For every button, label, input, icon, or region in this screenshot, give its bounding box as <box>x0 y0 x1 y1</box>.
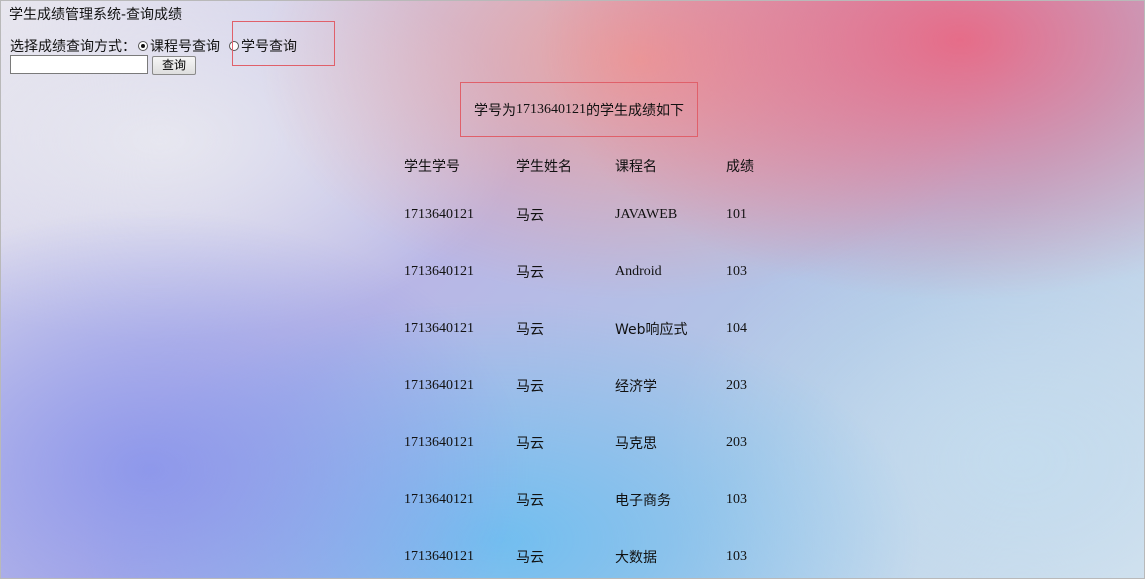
cell-student-name: 马云 <box>516 264 544 281</box>
cell-score: 103 <box>726 548 747 564</box>
cell-course-name: 电子商务 <box>615 492 671 509</box>
header-course-name: 课程名 <box>615 159 657 175</box>
cell-student-id: 1713640121 <box>404 434 474 450</box>
cell-student-name: 马云 <box>516 207 544 224</box>
radio-course-query-label: 课程号查询 <box>150 39 220 55</box>
page-title: 学生成绩管理系统-查询成绩 <box>9 7 183 23</box>
table-row: 1713640121 马云 马克思 203 <box>404 414 786 471</box>
radio-course-query[interactable]: 课程号查询 <box>138 36 220 56</box>
search-input[interactable] <box>10 55 148 74</box>
cell-student-name: 马云 <box>516 321 544 338</box>
table-row: 1713640121 马云 JAVAWEB 101 <box>404 186 786 243</box>
result-heading: 学号为 1713640121 的学生成绩如下 <box>460 82 698 137</box>
cell-score: 203 <box>726 434 747 450</box>
table-row: 1713640121 马云 Android 103 <box>404 243 786 300</box>
grades-table: 学生学号 学生姓名 课程名 成绩 1713640121 马云 JAVAWEB 1… <box>404 146 786 579</box>
cell-student-id: 1713640121 <box>404 491 474 507</box>
cell-course-name: 经济学 <box>615 378 657 395</box>
result-prefix: 学号为 <box>474 102 516 119</box>
table-row: 1713640121 马云 大数据 103 <box>404 528 786 579</box>
header-student-name: 学生姓名 <box>516 159 572 175</box>
cell-student-id: 1713640121 <box>404 548 474 564</box>
cell-student-name: 马云 <box>516 378 544 395</box>
header-score: 成绩 <box>726 159 754 175</box>
query-button[interactable]: 查询 <box>152 56 196 75</box>
result-student-id: 1713640121 <box>516 101 586 117</box>
table-header-row: 学生学号 学生姓名 课程名 成绩 <box>404 146 786 186</box>
cell-course-name: 大数据 <box>615 549 657 566</box>
cell-student-id: 1713640121 <box>404 206 474 222</box>
cell-score: 101 <box>726 206 747 222</box>
result-suffix: 的学生成绩如下 <box>586 102 684 119</box>
cell-course-name: JAVAWEB <box>615 206 678 222</box>
cell-score: 104 <box>726 320 747 336</box>
cell-course-name: 马克思 <box>615 435 657 452</box>
cell-student-id: 1713640121 <box>404 377 474 393</box>
table-row: 1713640121 马云 电子商务 103 <box>404 471 786 528</box>
table-row: 1713640121 马云 经济学 203 <box>404 357 786 414</box>
cell-course-name: Android <box>615 263 662 279</box>
annotation-box <box>232 21 335 66</box>
cell-student-id: 1713640121 <box>404 263 474 279</box>
cell-score: 203 <box>726 377 747 393</box>
query-mode-label: 选择成绩查询方式： <box>10 39 136 55</box>
header-student-id: 学生学号 <box>404 159 460 175</box>
radio-checked-icon[interactable] <box>138 41 148 51</box>
cell-student-name: 马云 <box>516 549 544 566</box>
cell-score: 103 <box>726 263 747 279</box>
cell-score: 103 <box>726 491 747 507</box>
cell-student-id: 1713640121 <box>404 320 474 336</box>
cell-student-name: 马云 <box>516 492 544 509</box>
cell-student-name: 马云 <box>516 435 544 452</box>
cell-course-name: Web响应式 <box>615 321 688 338</box>
table-row: 1713640121 马云 Web响应式 104 <box>404 300 786 357</box>
